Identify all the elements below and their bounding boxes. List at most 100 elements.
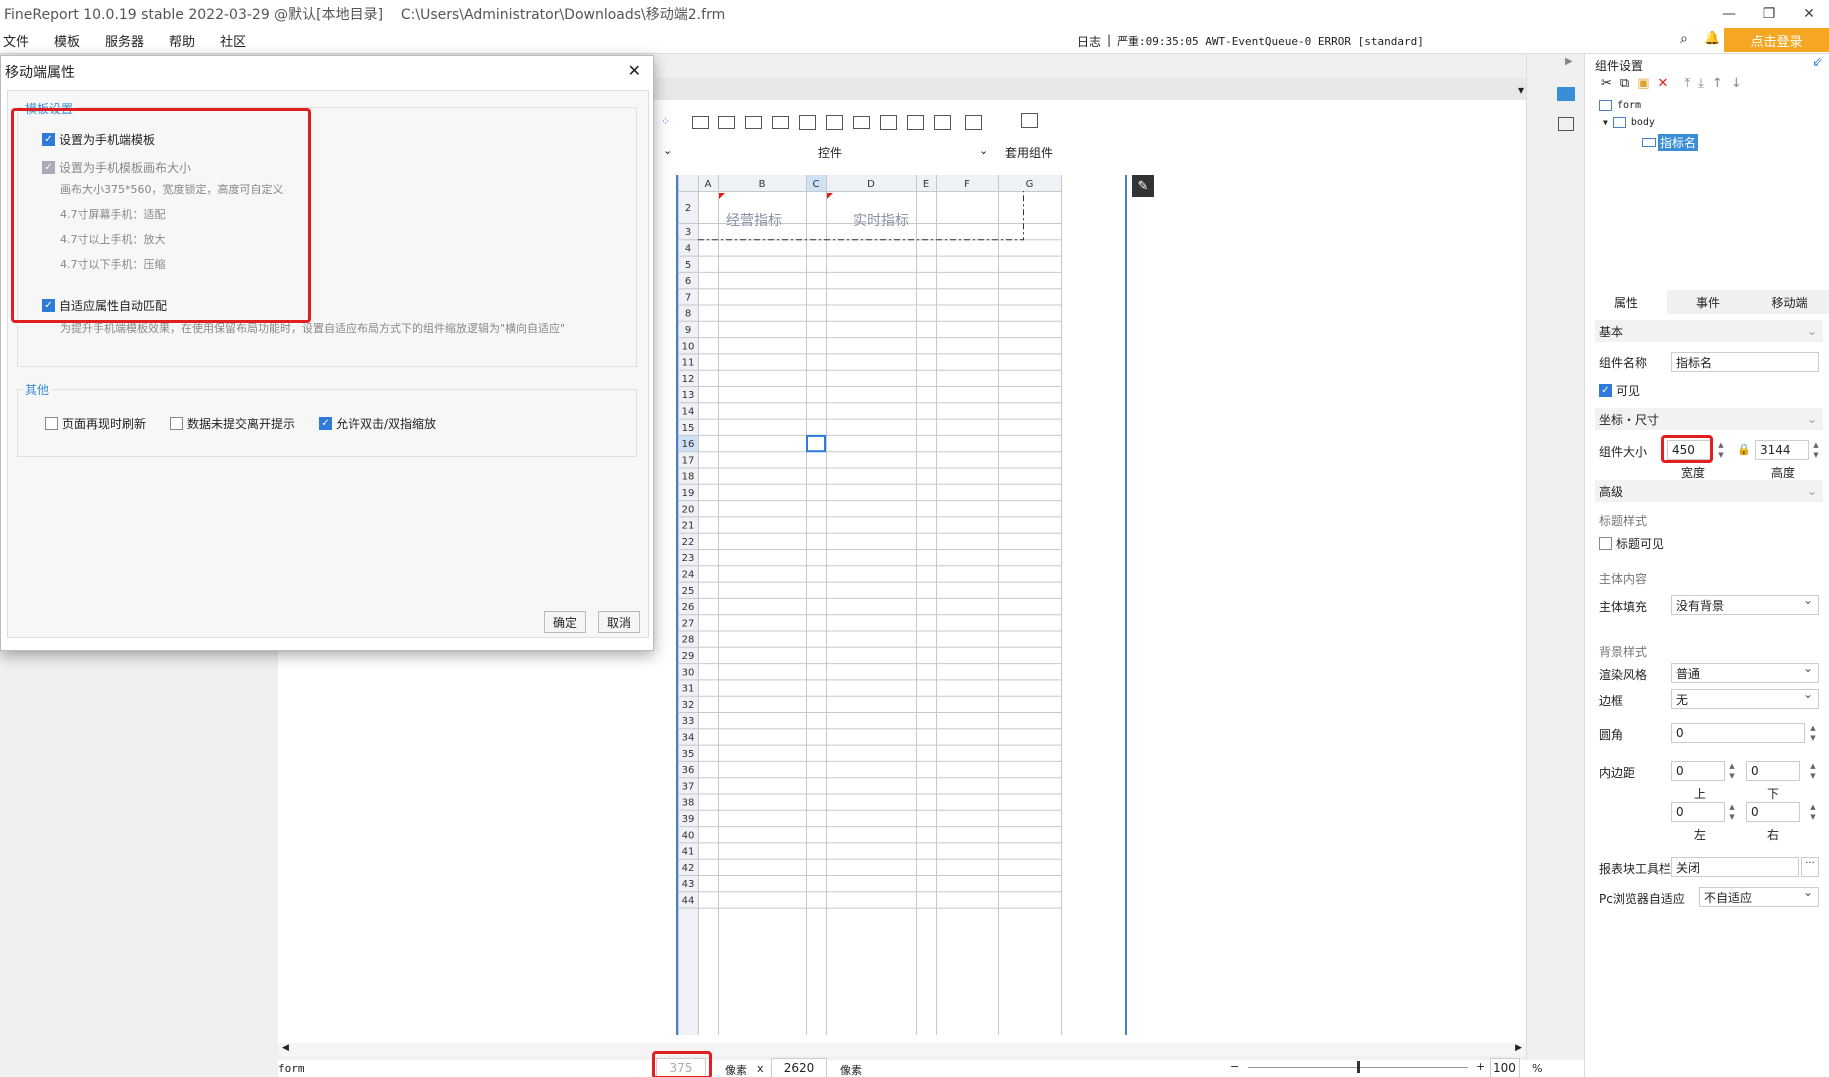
border-select[interactable]: 无 — [1671, 687, 1819, 709]
padding-left-spinner[interactable]: ▲ ▼ — [1727, 802, 1737, 822]
allow-zoom-checkbox[interactable]: ✓ — [319, 417, 332, 430]
collapse-coords-icon[interactable]: ⌄ — [1807, 412, 1817, 426]
height-spinner[interactable]: ▲ ▼ — [1811, 440, 1821, 460]
move-up-icon[interactable]: ↑ — [1712, 76, 1723, 91]
title-visible-row[interactable]: 标题可见 — [1599, 535, 1664, 552]
expand-icon[interactable]: ▼ — [1603, 118, 1608, 127]
render-select[interactable]: 普通 — [1671, 661, 1819, 683]
expand-controls-icon[interactable]: ⌄ — [979, 144, 988, 157]
padding-top-input[interactable]: 0 — [1671, 761, 1725, 781]
section-coords[interactable]: 坐标・尺寸 ⌄ — [1595, 408, 1823, 430]
move-bottom-icon[interactable]: ⤓ — [1698, 76, 1704, 91]
scroll-right-icon[interactable]: ▶ — [1515, 1043, 1522, 1053]
refresh-checkbox[interactable] — [45, 417, 58, 430]
cancel-button[interactable]: 取消 — [598, 611, 640, 633]
date-widget-icon[interactable] — [799, 115, 816, 130]
zoom-input[interactable]: 100 — [1490, 1058, 1520, 1077]
tree-node-form[interactable]: form — [1599, 100, 1641, 111]
cell-d2[interactable]: 实时指标 — [853, 210, 909, 230]
radio-group-icon[interactable] — [934, 115, 951, 130]
drag-handle-icon[interactable]: ⁘ — [661, 115, 670, 128]
report-grid[interactable]: A B C D E F G 2 3 4 5 6 7 8 9 10 11 12 13 14 15 16 17 18 19 20 21 2… — [676, 175, 1127, 1035]
menu-community[interactable]: 社区 — [206, 31, 257, 50]
menu-template[interactable]: 模板 — [40, 31, 91, 50]
zoom-in-icon[interactable]: + — [1476, 1060, 1485, 1073]
expand-left-icon[interactable]: ⌄ — [663, 144, 672, 157]
section-advanced[interactable]: 高级 ⌄ — [1595, 480, 1823, 502]
padding-bottom-spinner[interactable]: ▲ ▼ — [1808, 761, 1818, 781]
copy-icon[interactable]: ⧉ — [1620, 76, 1629, 91]
padding-bottom-input[interactable]: 0 — [1746, 761, 1800, 781]
ok-button[interactable]: 确定 — [544, 611, 586, 633]
collapse-advanced-icon[interactable]: ⌄ — [1807, 484, 1817, 498]
login-button[interactable]: 点击登录 — [1724, 28, 1829, 52]
padding-left-input[interactable]: 0 — [1671, 802, 1725, 822]
number-widget-icon[interactable] — [853, 116, 870, 129]
horizontal-scrollbar[interactable]: ◀ ▶ — [278, 1043, 1526, 1056]
search-icon[interactable]: ⌕ — [1680, 31, 1688, 47]
button-widget-icon[interactable] — [692, 116, 709, 129]
layout-icon[interactable] — [1558, 117, 1574, 131]
template-widget-icon[interactable] — [1021, 113, 1038, 128]
pc-select[interactable]: 不自适应 — [1699, 885, 1819, 907]
canvas-height-input[interactable]: 2620 — [771, 1058, 827, 1077]
radius-spinner[interactable]: ▲ ▼ — [1808, 723, 1818, 743]
tab-events[interactable]: 事件 — [1667, 290, 1749, 314]
cell-b2[interactable]: 经营指标 — [726, 210, 782, 230]
minimize-button[interactable]: — — [1709, 0, 1749, 28]
lock-icon[interactable]: 🔒 — [1737, 443, 1751, 456]
height-input[interactable]: 3144 — [1755, 440, 1809, 460]
radius-input[interactable]: 0 — [1671, 723, 1805, 743]
scroll-left-icon[interactable]: ◀ — [282, 1043, 289, 1053]
visible-checkbox-row[interactable]: ✓ 可见 — [1599, 382, 1640, 399]
more-icon[interactable]: ··· — [1801, 857, 1819, 877]
visible-checkbox[interactable]: ✓ — [1599, 384, 1612, 397]
textfield-widget-icon[interactable] — [745, 116, 762, 129]
log-message[interactable]: 严重:09:35:05 AWT-EventQueue-0 ERROR [stan… — [1117, 33, 1424, 50]
zoom-out-icon[interactable]: − — [1230, 1060, 1239, 1073]
unsubmitted-row[interactable]: 数据未提交离开提示 — [170, 415, 295, 432]
allow-zoom-row[interactable]: ✓ 允许双击/双指缩放 — [319, 415, 436, 432]
tree-node-body[interactable]: ▼ body — [1603, 117, 1655, 128]
padding-right-spinner[interactable]: ▲ ▼ — [1808, 802, 1818, 822]
refresh-row[interactable]: 页面再现时刷新 — [45, 415, 146, 432]
tab-properties[interactable]: 属性 — [1585, 290, 1667, 314]
template-widget-label[interactable]: 套用组件 — [1005, 144, 1053, 161]
label-widget-icon[interactable] — [718, 116, 735, 129]
padding-right-input[interactable]: 0 — [1746, 802, 1800, 822]
checkbox-group-icon[interactable] — [907, 115, 924, 130]
tree-node-selected[interactable]: 指标名 — [1642, 134, 1699, 151]
body-fill-select[interactable]: 没有背景 — [1671, 593, 1819, 615]
move-top-icon[interactable]: ⤒ — [1684, 76, 1690, 91]
widget-name-input[interactable]: 指标名 — [1671, 352, 1819, 372]
zoom-slider-thumb[interactable] — [1357, 1061, 1360, 1073]
list-widget-icon[interactable] — [880, 115, 897, 130]
delete-icon[interactable]: ✕ — [1658, 76, 1669, 91]
bell-icon[interactable]: 🔔 — [1704, 31, 1720, 46]
cut-icon[interactable]: ✂ — [1601, 76, 1612, 91]
close-window-button[interactable]: ✕ — [1789, 0, 1829, 28]
pin-icon[interactable]: ⇙ — [1812, 55, 1823, 70]
edit-icon[interactable]: ✎ — [1132, 175, 1154, 197]
menu-file[interactable]: 文件 — [0, 31, 40, 50]
tab-mobile[interactable]: 移动端 — [1749, 290, 1829, 314]
dialog-close-icon[interactable]: ✕ — [628, 61, 641, 80]
combobox-widget-icon[interactable] — [772, 116, 789, 129]
section-basic[interactable]: 基本 ⌄ — [1595, 320, 1823, 342]
collapse-basic-icon[interactable]: ⌄ — [1807, 324, 1817, 338]
width-spinner[interactable]: ▲ ▼ — [1716, 440, 1726, 460]
padding-top-spinner[interactable]: ▲ ▼ — [1727, 761, 1737, 781]
menu-server[interactable]: 服务器 — [91, 31, 155, 50]
widget-settings-icon[interactable] — [1557, 87, 1575, 101]
restore-button[interactable]: ❐ — [1749, 0, 1789, 28]
log-label[interactable]: 日志 — [1077, 33, 1101, 50]
arrow-right-icon[interactable]: ▶ — [1565, 56, 1573, 67]
preview-icon[interactable] — [965, 115, 982, 130]
menu-help[interactable]: 帮助 — [155, 31, 206, 50]
unsubmitted-checkbox[interactable] — [170, 417, 183, 430]
table-widget-icon[interactable] — [826, 115, 843, 130]
collapse-icon[interactable]: ▾ — [1518, 83, 1524, 97]
paste-icon[interactable]: ▣ — [1637, 76, 1649, 91]
title-visible-checkbox[interactable] — [1599, 537, 1612, 550]
move-down-icon[interactable]: ↓ — [1731, 76, 1742, 91]
